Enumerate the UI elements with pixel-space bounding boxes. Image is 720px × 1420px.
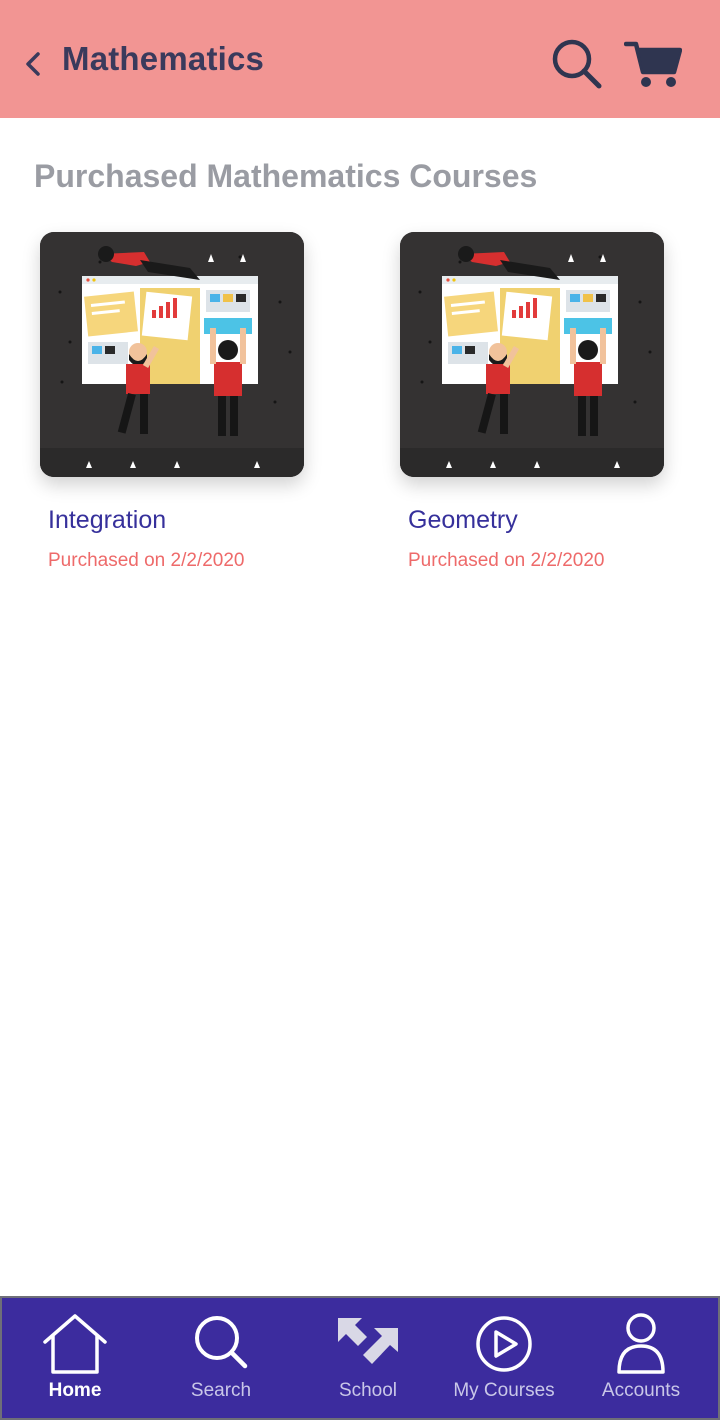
nav-label-accounts: Accounts: [601, 1380, 681, 1401]
home-icon: [43, 1314, 107, 1374]
nav-item-accounts[interactable]: Accounts: [571, 1298, 711, 1418]
course-card-integration[interactable]: Integration Purchased on 2/2/2020: [40, 232, 304, 571]
search-icon: [552, 39, 602, 89]
search-button[interactable]: [549, 36, 603, 90]
purchase-date: Purchased on 2/2/2020: [48, 550, 245, 571]
school-arrows-icon: [338, 1318, 398, 1364]
nav-item-search[interactable]: Search: [151, 1298, 291, 1418]
search-icon: [195, 1316, 248, 1369]
course-title[interactable]: Geometry: [408, 506, 518, 535]
team-building-dashboard-illustration: [40, 232, 304, 477]
user-icon: [617, 1313, 665, 1374]
nav-item-my-courses[interactable]: My Courses: [434, 1298, 574, 1418]
chevron-left-icon: [26, 52, 40, 76]
nav-label-search: Search: [190, 1380, 252, 1401]
course-thumbnail[interactable]: [400, 232, 664, 477]
nav-label-home: Home: [48, 1380, 102, 1401]
nav-item-home[interactable]: Home: [5, 1298, 145, 1418]
course-card-geometry[interactable]: Geometry Purchased on 2/2/2020: [400, 232, 664, 571]
bottom-nav: Home Search School My Courses Accounts: [0, 1296, 720, 1420]
nav-label-my-courses: My Courses: [453, 1380, 555, 1401]
app-header: Mathematics: [0, 0, 720, 118]
nav-label-school: School: [338, 1380, 398, 1401]
team-building-dashboard-illustration: [400, 232, 664, 477]
course-thumbnail[interactable]: [40, 232, 304, 477]
nav-item-school[interactable]: School: [298, 1298, 438, 1418]
purchase-date: Purchased on 2/2/2020: [408, 550, 605, 571]
page-title: Mathematics: [62, 40, 265, 77]
play-circle-icon: [476, 1316, 532, 1372]
course-title[interactable]: Integration: [48, 506, 166, 535]
cart-button[interactable]: [623, 38, 683, 90]
cart-icon: [623, 41, 683, 87]
back-button[interactable]: [18, 46, 48, 82]
section-title: Purchased Mathematics Courses: [34, 158, 538, 194]
